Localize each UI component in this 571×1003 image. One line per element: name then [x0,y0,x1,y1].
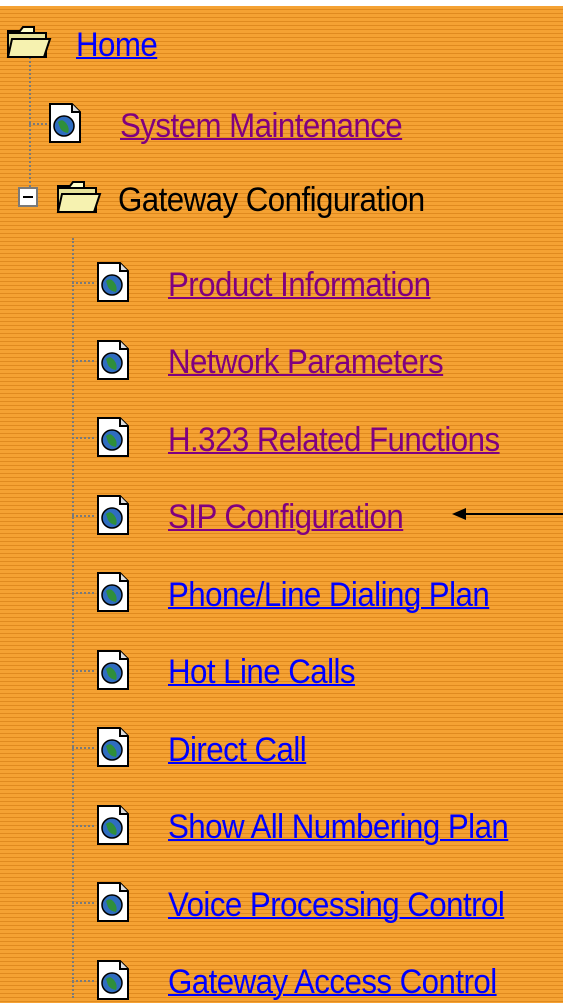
tree-node-gateway-configuration: Gateway Configuration [18,180,451,219]
home-link[interactable]: Home [76,28,158,62]
tree-connector-child [72,669,94,672]
tree-node-system-maintenance: System Maintenance [48,102,427,149]
tree-connector-child [72,824,94,827]
tree-link-product-information[interactable]: Product Information [168,268,431,302]
document-globe-icon [96,494,130,541]
tree-connector-child [72,592,94,594]
tree-connector-child [72,902,94,904]
tree-node-home: Home [6,25,164,64]
tree-node-child: H.323 Related Functions [96,416,528,463]
tree-node-child: Hot Line Calls [96,649,371,696]
tree-link-show-all-numbering-plan[interactable]: Show All Numbering Plan [168,810,509,844]
open-folder-icon [6,25,52,64]
tree-connector-gateway [72,238,74,998]
document-globe-icon [96,649,130,696]
tree-link-voice-processing-control[interactable]: Voice Processing Control [168,888,505,922]
document-globe-icon [96,881,130,928]
window-edge [563,0,571,1003]
tree-connector-child [72,979,94,982]
open-folder-icon [56,180,102,219]
gateway-configuration-label[interactable]: Gateway Configuration [118,183,425,217]
tree-node-child: Product Information [96,261,453,308]
tree-connector-child [72,359,94,362]
tree-node-child: Show All Numbering Plan [96,804,538,851]
tree-connector-child [72,437,94,439]
tree-node-child: Direct Call [96,726,318,773]
collapse-minus-icon[interactable] [18,187,38,212]
tree-node-child: Phone/Line Dialing Plan [96,571,517,618]
tree-connector-child [72,514,94,517]
tree-link-h-323-related-functions[interactable]: H.323 Related Functions [168,423,500,457]
tree-link-phone-line-dialing-plan[interactable]: Phone/Line Dialing Plan [168,578,490,612]
document-globe-icon [96,804,130,851]
tree-connector-child [72,282,94,284]
page: Home System Maintenance Gateway Configur… [0,0,571,1003]
system-maintenance-link[interactable]: System Maintenance [120,109,403,143]
tree-node-child: Network Parameters [96,339,467,386]
navigation-tree-panel: Home System Maintenance Gateway Configur… [0,6,571,1003]
tree-link-direct-call[interactable]: Direct Call [168,733,307,767]
document-globe-icon [96,726,130,773]
document-globe-icon [48,102,82,149]
document-globe-icon [96,261,130,308]
tree-link-gateway-access-control[interactable]: Gateway Access Control [168,965,497,999]
tree-node-child: SIP Configuration [96,494,424,541]
tree-connector-system [29,123,47,125]
tree-link-sip-configuration[interactable]: SIP Configuration [168,500,404,534]
document-globe-icon [96,416,130,463]
tree-link-network-parameters[interactable]: Network Parameters [168,345,444,379]
document-globe-icon [96,959,130,1003]
document-globe-icon [96,571,130,618]
tree-node-child: Voice Processing Control [96,881,533,928]
tree-connector-child [72,747,94,749]
tree-node-child: Gateway Access Control [96,959,525,1003]
annotation-arrow [452,508,571,520]
document-globe-icon [96,339,130,386]
tree-link-hot-line-calls[interactable]: Hot Line Calls [168,655,356,689]
